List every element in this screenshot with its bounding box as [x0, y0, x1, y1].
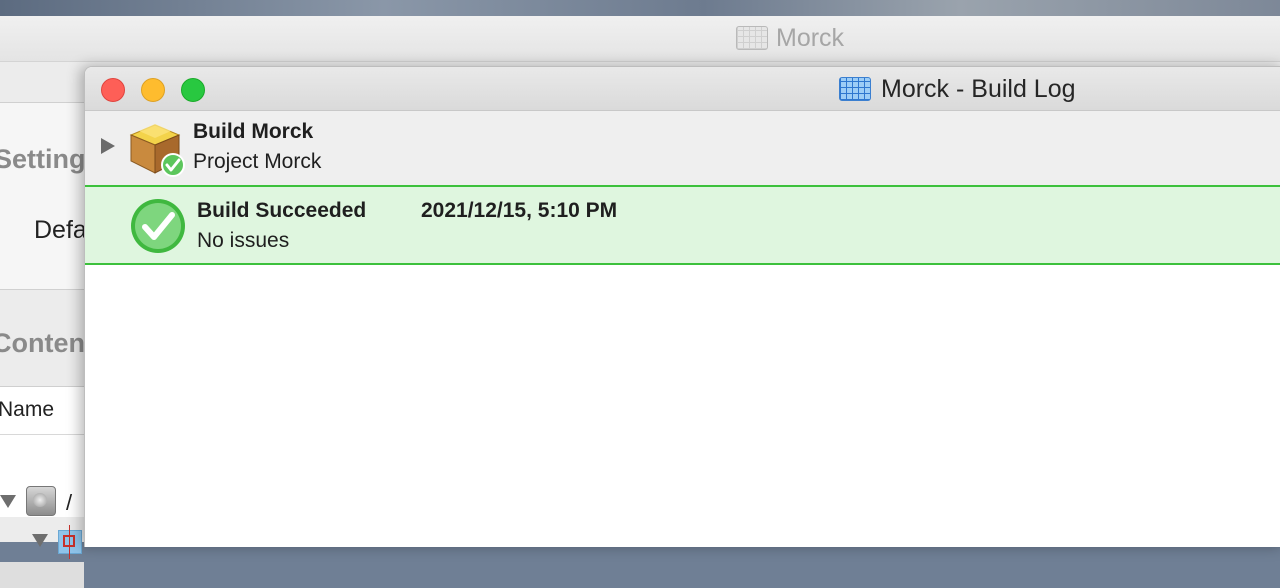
- minimize-button[interactable]: [141, 78, 165, 102]
- zoom-button[interactable]: [181, 78, 205, 102]
- build-entry-title: Build Morck: [193, 120, 314, 143]
- desktop-background: [0, 0, 1280, 16]
- build-log-title: Morck - Build Log: [839, 74, 1076, 104]
- document-grid-icon: [839, 77, 871, 101]
- root-item-label[interactable]: /: [66, 490, 72, 516]
- main-window-titlebar[interactable]: Morck: [0, 16, 1280, 62]
- disclosure-down-icon[interactable]: [0, 495, 16, 508]
- disclosure-down-icon[interactable]: [32, 534, 48, 547]
- close-button[interactable]: [101, 78, 125, 102]
- main-window-title: Morck: [736, 24, 844, 52]
- sidebar-footer: [0, 562, 84, 588]
- settings-section-header: Setting: [0, 144, 86, 174]
- build-result-subtitle: No issues: [197, 229, 290, 252]
- content-section-header: Content: [0, 328, 94, 358]
- table-header-divider: [0, 434, 84, 435]
- build-entry-subtitle: Project Morck: [193, 150, 322, 173]
- main-window-title-text: Morck: [776, 23, 845, 52]
- package-checkmark-icon: [129, 124, 185, 177]
- build-result-entry[interactable]: Build Succeeded 2021/12/15, 5:10 PM No i…: [85, 185, 1280, 265]
- build-log-entry[interactable]: Build Morck Project Morck: [85, 111, 1280, 185]
- build-log-title-text: Morck - Build Log: [881, 74, 1076, 103]
- success-checkmark-icon: [131, 199, 185, 253]
- build-log-window: Morck - Build Log Build Morck Project Mo…: [84, 66, 1280, 547]
- disclosure-right-icon[interactable]: [101, 138, 115, 154]
- default-label: Defa: [34, 216, 87, 244]
- document-grid-icon: [736, 26, 768, 50]
- hard-disk-icon: [26, 486, 56, 516]
- main-window-sidebar: Setting Defa Content Name /: [0, 62, 94, 588]
- build-log-titlebar[interactable]: Morck - Build Log: [85, 67, 1280, 111]
- target-icon: [58, 525, 82, 559]
- build-result-timestamp: 2021/12/15, 5:10 PM: [421, 199, 618, 222]
- build-result-title: Build Succeeded: [197, 199, 367, 222]
- name-column-header[interactable]: Name: [0, 398, 54, 422]
- settings-section: [0, 102, 84, 290]
